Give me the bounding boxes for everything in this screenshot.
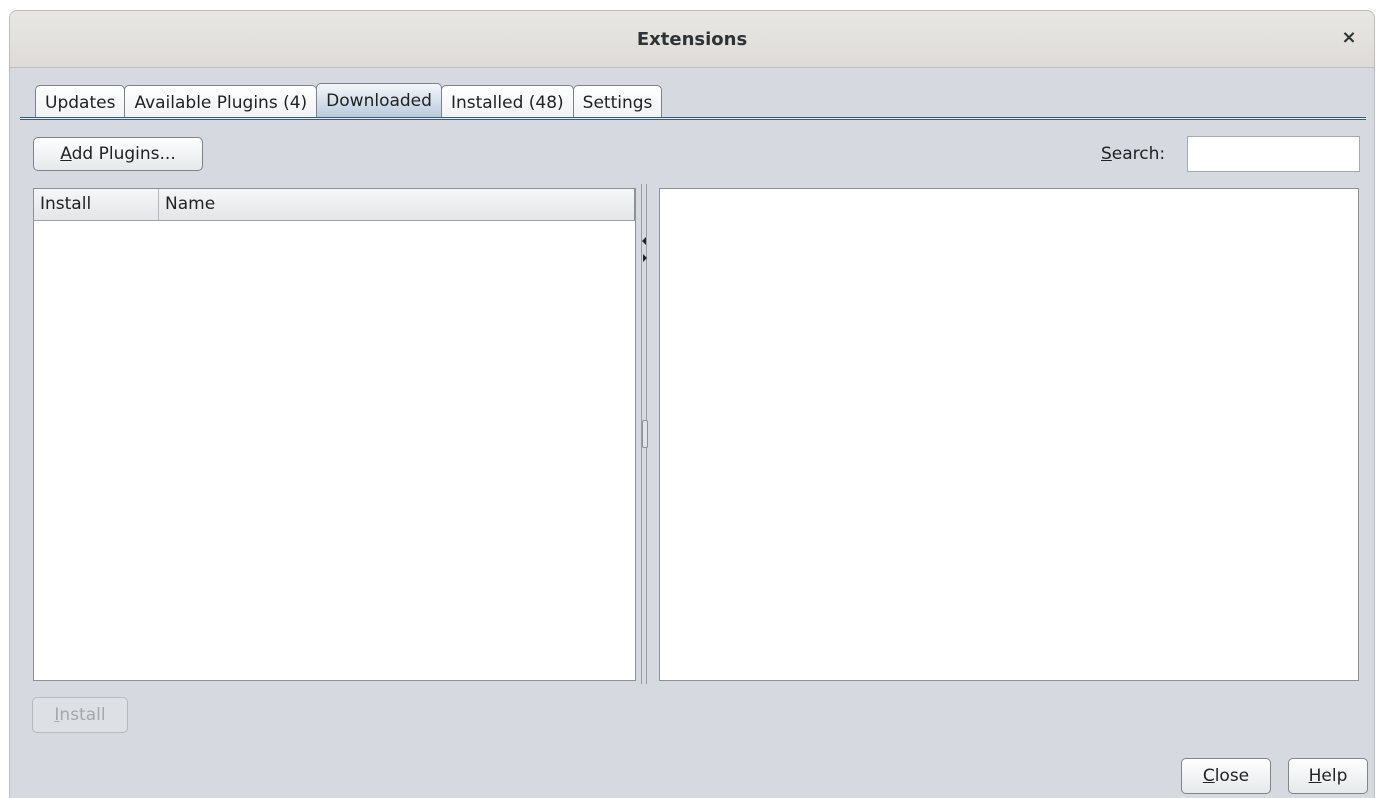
tab-settings[interactable]: Settings	[572, 85, 663, 117]
tab-available-plugins[interactable]: Available Plugins (4)	[124, 85, 318, 117]
column-header-install[interactable]: Install	[34, 189, 159, 220]
search-label: Search:	[1101, 144, 1165, 164]
tab-underline	[20, 117, 1366, 120]
grip-icon[interactable]	[642, 420, 648, 448]
search-input[interactable]	[1187, 136, 1360, 172]
arrow-right-icon[interactable]	[643, 254, 647, 262]
install-button[interactable]: Install	[32, 697, 128, 733]
help-label: elp	[1321, 766, 1348, 786]
tab-installed[interactable]: Installed (48)	[440, 85, 574, 117]
column-header-name[interactable]: Name	[159, 189, 635, 220]
close-button[interactable]: Close	[1181, 758, 1271, 794]
close-icon[interactable]: ×	[1338, 27, 1360, 49]
add-plugins-label: dd Plugins...	[71, 144, 176, 164]
close-mnemonic: C	[1202, 766, 1215, 786]
tab-downloaded[interactable]: Downloaded	[316, 83, 442, 117]
dialog-title: Extensions	[636, 29, 748, 50]
search-label-text: earch:	[1111, 144, 1166, 164]
close-label: lose	[1214, 766, 1250, 786]
tab-updates[interactable]: Updates	[35, 85, 126, 117]
help-button[interactable]: Help	[1288, 758, 1368, 794]
install-label: nstall	[59, 705, 106, 725]
tab-strip: Updates Available Plugins (4) Downloaded…	[35, 83, 663, 117]
arrow-left-icon[interactable]	[642, 237, 646, 245]
table-header: Install Name	[34, 189, 635, 221]
add-plugins-button[interactable]: Add Plugins...	[33, 137, 203, 171]
add-plugins-mnemonic: A	[60, 144, 72, 164]
extensions-dialog: Extensions × Updates Available Plugins (…	[9, 10, 1375, 798]
split-pane-divider[interactable]	[638, 184, 654, 684]
title-bar: Extensions ×	[10, 11, 1374, 68]
plugins-table: Install Name	[33, 188, 636, 681]
help-mnemonic: H	[1308, 766, 1322, 786]
search-label-mnemonic: S	[1101, 144, 1112, 164]
plugin-details-panel	[659, 188, 1359, 681]
